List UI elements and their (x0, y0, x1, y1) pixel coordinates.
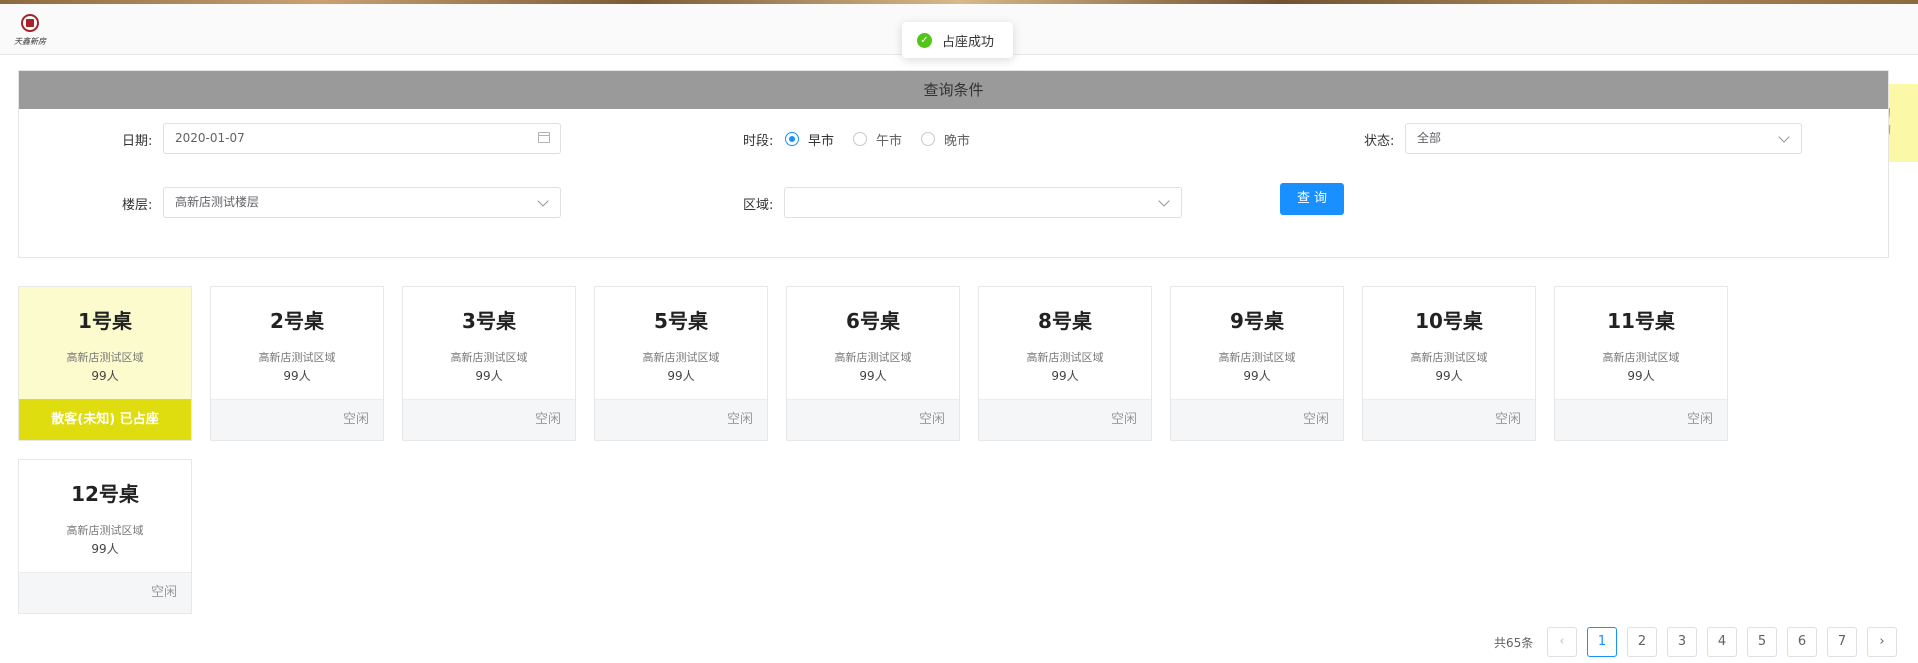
table-name: 5号桌 (654, 309, 708, 333)
table-card[interactable]: 10号桌 高新店测试区域 99人 空闲 (1362, 286, 1536, 441)
radio-noon[interactable] (853, 132, 867, 146)
table-card[interactable]: 2号桌 高新店测试区域 99人 空闲 (210, 286, 384, 441)
table-name: 12号桌 (71, 482, 139, 506)
date-picker[interactable]: 2020-01-07 (163, 123, 561, 154)
date-label: 日期: (122, 134, 153, 149)
area-select[interactable] (784, 187, 1182, 218)
table-name: 9号桌 (1230, 309, 1284, 333)
logo[interactable]: 天鑫新房 (10, 14, 50, 54)
status-label: 状态: (1364, 134, 1395, 149)
search-button[interactable]: 查询 (1280, 183, 1344, 215)
table-area: 高新店测试区域 (66, 524, 144, 537)
pagination-page-4[interactable]: 4 (1707, 627, 1737, 657)
radio-evening-label[interactable]: 晚市 (944, 130, 970, 149)
radio-evening[interactable] (921, 132, 935, 146)
table-card[interactable]: 6号桌 高新店测试区域 99人 空闲 (786, 286, 960, 441)
table-name: 1号桌 (78, 309, 132, 333)
table-capacity: 99人 (91, 369, 119, 383)
table-area: 高新店测试区域 (1218, 351, 1296, 364)
period-label: 时段: (743, 134, 774, 149)
table-capacity: 99人 (1051, 369, 1079, 383)
query-panel-title: 查询条件 (19, 71, 1888, 109)
pagination-page-1[interactable]: 1 (1587, 627, 1617, 657)
table-capacity: 99人 (667, 369, 695, 383)
logo-text: 天鑫新房 (14, 37, 46, 46)
table-card[interactable]: 11号桌 高新店测试区域 99人 空闲 (1554, 286, 1728, 441)
table-capacity: 99人 (91, 542, 119, 556)
table-card[interactable]: 12号桌 高新店测试区域 99人 空闲 (18, 459, 192, 614)
table-capacity: 99人 (475, 369, 503, 383)
table-capacity: 99人 (283, 369, 311, 383)
area-label: 区域: (743, 198, 774, 213)
radio-morning-label[interactable]: 早市 (808, 130, 834, 149)
table-area: 高新店测试区域 (1026, 351, 1104, 364)
table-status: 空闲 (787, 399, 959, 440)
chevron-down-icon (1158, 195, 1170, 207)
logo-emblem-icon (21, 14, 39, 32)
chevron-down-icon (1778, 131, 1790, 143)
table-status: 空闲 (1555, 399, 1727, 440)
table-status: 空闲 (1363, 399, 1535, 440)
table-capacity: 99人 (1435, 369, 1463, 383)
query-panel: 查询条件 (18, 70, 1889, 258)
success-toast: ✓ 占座成功 (902, 22, 1013, 58)
chevron-down-icon (537, 195, 549, 207)
table-area: 高新店测试区域 (1602, 351, 1680, 364)
table-status: 散客(未知) 已占座 (19, 399, 191, 440)
table-name: 3号桌 (462, 309, 516, 333)
table-status: 空闲 (979, 399, 1151, 440)
pagination-page-3[interactable]: 3 (1667, 627, 1697, 657)
floor-label: 楼层: (122, 198, 153, 213)
toast-message: 占座成功 (942, 34, 995, 50)
table-card[interactable]: 1号桌 高新店测试区域 99人 散客(未知) 已占座 (18, 286, 192, 441)
table-area: 高新店测试区域 (258, 351, 336, 364)
floor-select-value: 高新店测试楼层 (175, 195, 260, 209)
pagination-page-2[interactable]: 2 (1627, 627, 1657, 657)
radio-noon-label[interactable]: 午市 (876, 130, 902, 149)
table-area: 高新店测试区域 (66, 351, 144, 364)
radio-morning[interactable] (785, 132, 799, 146)
pagination-total: 共65条 (1494, 636, 1534, 650)
table-status: 空闲 (403, 399, 575, 440)
pagination-prev-button[interactable]: ‹ (1547, 627, 1577, 657)
table-card[interactable]: 8号桌 高新店测试区域 99人 空闲 (978, 286, 1152, 441)
table-card[interactable]: 5号桌 高新店测试区域 99人 空闲 (594, 286, 768, 441)
table-area: 高新店测试区域 (834, 351, 912, 364)
pagination-page-6[interactable]: 6 (1787, 627, 1817, 657)
table-capacity: 99人 (1243, 369, 1271, 383)
date-value: 2020-01-07 (175, 131, 245, 145)
status-select-value: 全部 (1417, 131, 1442, 145)
table-status: 空闲 (595, 399, 767, 440)
table-card[interactable]: 9号桌 高新店测试区域 99人 空闲 (1170, 286, 1344, 441)
pagination-next-button[interactable]: › (1867, 627, 1897, 657)
table-status: 空闲 (1171, 399, 1343, 440)
table-name: 2号桌 (270, 309, 324, 333)
table-name: 10号桌 (1415, 309, 1483, 333)
table-area: 高新店测试区域 (1410, 351, 1488, 364)
table-status: 空闲 (19, 572, 191, 613)
pagination-page-5[interactable]: 5 (1747, 627, 1777, 657)
table-capacity: 99人 (1627, 369, 1655, 383)
pagination-page-7[interactable]: 7 (1827, 627, 1857, 657)
table-card[interactable]: 3号桌 高新店测试区域 99人 空闲 (402, 286, 576, 441)
table-area: 高新店测试区域 (450, 351, 528, 364)
table-capacity: 99人 (859, 369, 887, 383)
status-select[interactable]: 全部 (1405, 123, 1802, 154)
table-name: 11号桌 (1607, 309, 1675, 333)
table-name: 8号桌 (1038, 309, 1092, 333)
table-status: 空闲 (211, 399, 383, 440)
check-circle-icon: ✓ (917, 32, 932, 48)
floor-select[interactable]: 高新店测试楼层 (163, 187, 561, 218)
table-name: 6号桌 (846, 309, 900, 333)
table-area: 高新店测试区域 (642, 351, 720, 364)
calendar-icon (538, 132, 550, 143)
